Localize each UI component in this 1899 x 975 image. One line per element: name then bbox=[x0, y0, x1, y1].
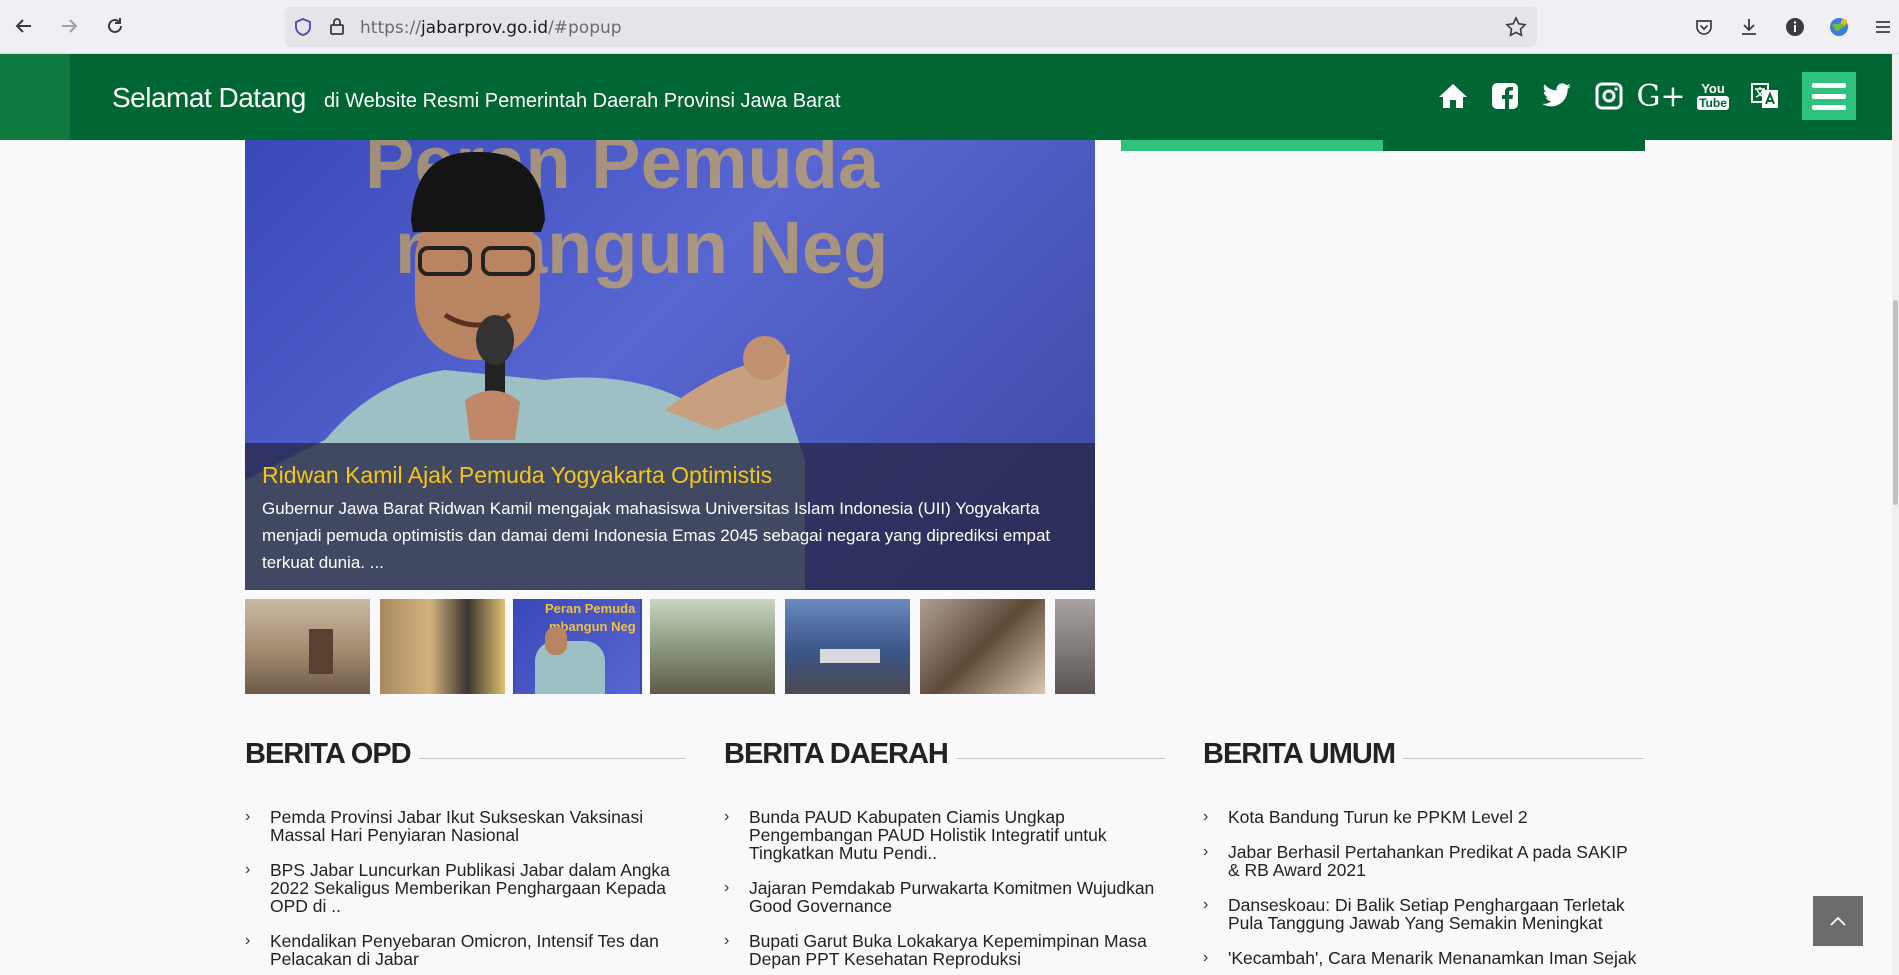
slider-thumbnail[interactable] bbox=[785, 599, 910, 694]
forward-arrow-icon bbox=[62, 19, 78, 33]
slide-caption: Ridwan Kamil Ajak Pemuda Yogyakarta Opti… bbox=[245, 443, 1095, 590]
news-link[interactable]: › Bunda PAUD Kabupaten Ciamis Ungkap Peng… bbox=[724, 808, 1165, 862]
facebook-icon[interactable] bbox=[1485, 76, 1525, 116]
translate-icon[interactable] bbox=[1745, 76, 1785, 116]
chevron-right-icon: › bbox=[1203, 949, 1209, 966]
news-title[interactable]: Kota Bandung Turun ke PPKM Level 2 bbox=[1228, 807, 1528, 827]
slider-thumbnails: Peran Pemuda mbangun Neg bbox=[245, 599, 1095, 694]
reload-icon bbox=[108, 18, 122, 33]
news-link[interactable]: › Pemda Provinsi Jabar Ikut Sukseskan Vak… bbox=[245, 808, 686, 844]
url-scheme: https:// bbox=[360, 18, 421, 38]
chevron-right-icon: › bbox=[1203, 808, 1209, 825]
youtube-bottom-text: Tube bbox=[1697, 96, 1729, 110]
site-header: Selamat Datang di Website Resmi Pemerint… bbox=[0, 54, 1892, 140]
slider-thumbnail[interactable] bbox=[920, 599, 1045, 694]
news-link[interactable]: › Bupati Garut Buka Lokakarya Kepemimpina… bbox=[724, 932, 1165, 968]
news-link[interactable]: › BPS Jabar Luncurkan Publikasi Jabar dal… bbox=[245, 861, 686, 915]
scrollbar-thumb[interactable] bbox=[1893, 300, 1898, 505]
hamburger-menu-button[interactable] bbox=[1802, 72, 1856, 120]
thumb-text: Peran Pemuda bbox=[545, 601, 636, 616]
page-scrollbar[interactable] bbox=[1892, 54, 1899, 975]
chevron-right-icon: › bbox=[245, 808, 251, 825]
lock-icon[interactable] bbox=[327, 16, 347, 36]
back-arrow-icon bbox=[15, 19, 31, 33]
twitter-icon[interactable] bbox=[1537, 76, 1577, 116]
chevron-right-icon: › bbox=[724, 879, 730, 896]
youtube-top-text: You bbox=[1701, 81, 1725, 96]
news-title[interactable]: Jabar Berhasil Pertahankan Predikat A pa… bbox=[1228, 842, 1628, 880]
shield-icon[interactable] bbox=[293, 17, 313, 37]
bookmark-star-icon[interactable] bbox=[1505, 16, 1527, 38]
news-column-opd: BERITA OPD › Pemda Provinsi Jabar Ikut Su… bbox=[245, 738, 686, 975]
chevron-right-icon: › bbox=[245, 932, 251, 949]
news-title[interactable]: Jajaran Pemdakab Purwakarta Komitmen Wuj… bbox=[749, 878, 1154, 916]
google-plus-icon[interactable]: G+ bbox=[1636, 76, 1685, 116]
news-title[interactable]: Kendalikan Penyebaran Omicron, Intensif … bbox=[270, 931, 659, 969]
home-icon[interactable] bbox=[1433, 76, 1473, 116]
welcome-subtitle: di Website Resmi Pemerintah Daerah Provi… bbox=[324, 90, 841, 112]
news-title[interactable]: Bupati Garut Buka Lokakarya Kepemimpinan… bbox=[749, 931, 1147, 969]
news-link[interactable]: › Danseskoau: Di Balik Setiap Penghargaan… bbox=[1203, 896, 1644, 932]
url-text[interactable]: https://jabarprov.go.id/#popup bbox=[360, 18, 622, 38]
slider-thumbnail[interactable] bbox=[245, 599, 370, 694]
news-title[interactable]: Bunda PAUD Kabupaten Ciamis Ungkap Penge… bbox=[749, 807, 1107, 863]
column-title: BERITA OPD bbox=[245, 738, 419, 771]
news-link[interactable]: › 'Kecambah', Cara Menarik Menanamkan Ima… bbox=[1203, 949, 1644, 967]
menu-bar-icon bbox=[1812, 104, 1846, 110]
url-path: /#popup bbox=[548, 18, 622, 38]
chevron-up-icon bbox=[1830, 916, 1846, 926]
chevron-right-icon: › bbox=[245, 861, 251, 878]
slider-thumbnail[interactable] bbox=[1055, 599, 1095, 694]
slider-thumbnail-active[interactable]: Peran Pemuda mbangun Neg bbox=[513, 599, 642, 694]
youtube-icon[interactable]: You Tube bbox=[1693, 76, 1733, 116]
column-title: BERITA UMUM bbox=[1203, 738, 1403, 771]
instagram-icon[interactable] bbox=[1589, 76, 1629, 116]
info-icon[interactable] bbox=[1782, 14, 1808, 40]
reload-button[interactable] bbox=[101, 12, 129, 40]
news-slider[interactable]: Peran Pemuda mbangun Neg Ridwan Kamil Aj… bbox=[245, 140, 1095, 590]
menu-bar-icon bbox=[1812, 93, 1846, 99]
back-to-top-button[interactable] bbox=[1813, 896, 1863, 946]
news-title[interactable]: Pemda Provinsi Jabar Ikut Sukseskan Vaks… bbox=[270, 807, 643, 845]
news-link[interactable]: › Jabar Berhasil Pertahankan Predikat A p… bbox=[1203, 843, 1644, 879]
url-bar[interactable]: https://jabarprov.go.id/#popup bbox=[285, 7, 1537, 47]
forward-button[interactable] bbox=[55, 12, 83, 40]
column-title: BERITA DAERAH bbox=[724, 738, 956, 771]
news-link[interactable]: › Kendalikan Penyebaran Omicron, Intensif… bbox=[245, 932, 686, 968]
header-side-strip bbox=[0, 54, 70, 140]
slider-thumbnail[interactable] bbox=[650, 599, 775, 694]
extension-globe-icon[interactable] bbox=[1826, 14, 1852, 40]
news-title[interactable]: Danseskoau: Di Balik Setiap Penghargaan … bbox=[1228, 895, 1625, 933]
news-title[interactable]: 'Kecambah', Cara Menarik Menanamkan Iman… bbox=[1228, 948, 1636, 968]
chevron-right-icon: › bbox=[724, 932, 730, 949]
right-panel-tab[interactable] bbox=[1383, 140, 1645, 151]
right-panel-tab-active[interactable] bbox=[1121, 140, 1383, 151]
menu-bar-icon bbox=[1812, 82, 1846, 88]
url-host: jabarprov.go.id bbox=[420, 18, 549, 38]
chevron-right-icon: › bbox=[724, 808, 730, 825]
slide-description: Gubernur Jawa Barat Ridwan Kamil mengaja… bbox=[262, 499, 1051, 572]
news-column-umum: BERITA UMUM › Kota Bandung Turun ke PPKM … bbox=[1203, 738, 1644, 975]
news-title[interactable]: BPS Jabar Luncurkan Publikasi Jabar dala… bbox=[270, 860, 670, 916]
slide-title-link[interactable]: Ridwan Kamil Ajak Pemuda Yogyakarta Opti… bbox=[262, 462, 772, 489]
back-button[interactable] bbox=[10, 12, 38, 40]
news-column-daerah: BERITA DAERAH › Bunda PAUD Kabupaten Ciam… bbox=[724, 738, 1165, 975]
news-link[interactable]: › Kota Bandung Turun ke PPKM Level 2 bbox=[1203, 808, 1644, 826]
chevron-right-icon: › bbox=[1203, 843, 1209, 860]
browser-toolbar: https://jabarprov.go.id/#popup bbox=[0, 0, 1899, 54]
welcome-title: Selamat Datang bbox=[112, 82, 306, 113]
chevron-right-icon: › bbox=[1203, 896, 1209, 913]
pocket-icon[interactable] bbox=[1691, 14, 1717, 40]
slider-thumbnail[interactable] bbox=[380, 599, 505, 694]
news-link[interactable]: › Jajaran Pemdakab Purwakarta Komitmen Wu… bbox=[724, 879, 1165, 915]
browser-menu-icon[interactable] bbox=[1870, 14, 1896, 40]
download-icon[interactable] bbox=[1736, 14, 1762, 40]
